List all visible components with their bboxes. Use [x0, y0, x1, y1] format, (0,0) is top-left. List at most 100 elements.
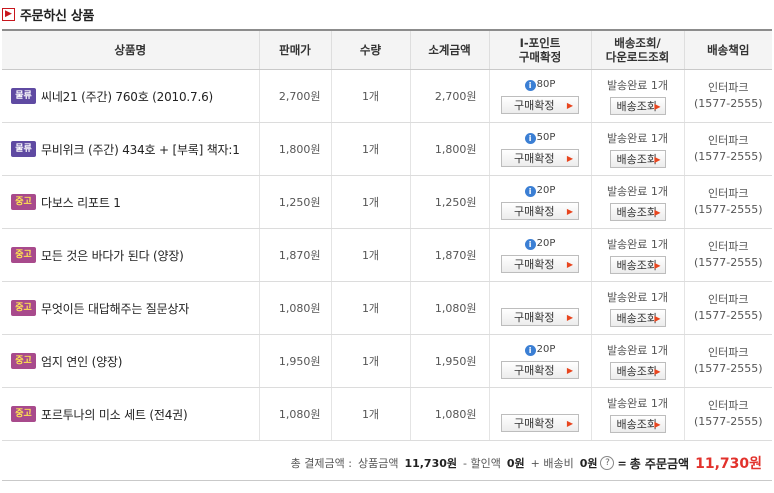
summary-discount-value: 0원: [506, 457, 525, 470]
subtotal-cell: 1,950원: [409, 334, 489, 388]
arrow-right-icon: ▶: [566, 101, 573, 110]
product-cell: 중고 포르투나의 미소 세트 (전4권): [2, 387, 259, 441]
product-name[interactable]: 다보스 리포트 1: [41, 196, 121, 210]
ship-status: 발송완료 1개: [606, 397, 669, 410]
ipoint-amount: 20P: [536, 238, 556, 249]
product-cell: 물류 무비위크 (주간) 434호 + [부록] 책자:1: [2, 122, 259, 176]
purchase-confirm-button[interactable]: 구매확정 ▶: [501, 414, 579, 432]
product-name[interactable]: 포르투나의 미소 세트 (전4권): [41, 408, 188, 422]
responsibility-cell: 인터파크 (1577-2555): [683, 122, 772, 176]
responsibility-cell: 인터파크 (1577-2555): [683, 175, 772, 229]
order-summary: 총 결제금액 : 상품금액 11,730원 - 할인액 0원 + 배송비 0원 …: [2, 446, 772, 481]
col-header-ship-line1: 배송조회/: [614, 36, 661, 50]
order-items-table: 상품명 판매가 수량 소계금액 I-포인트 구매확정 배송조회/ 다운로드조회 …: [2, 29, 772, 441]
track-shipping-button[interactable]: 배송조회 ▶: [609, 97, 666, 115]
arrow-right-icon: ▶: [566, 366, 573, 375]
summary-label: 총 결제금액 :: [290, 457, 352, 470]
subtotal-cell: 1,800원: [409, 122, 489, 176]
product-name[interactable]: 모든 것은 바다가 된다 (양장): [41, 249, 184, 263]
product-name[interactable]: 씨네21 (주간) 760호 (2010.7.6): [41, 90, 213, 104]
purchase-confirm-label: 구매확정: [514, 364, 555, 377]
track-shipping-button[interactable]: 배송조회 ▶: [609, 309, 666, 327]
ship-status: 발송완료 1개: [606, 238, 669, 251]
help-icon[interactable]: ?: [600, 456, 615, 470]
track-shipping-button[interactable]: 배송조회 ▶: [609, 362, 666, 380]
track-shipping-button[interactable]: 배송조회 ▶: [609, 150, 666, 168]
purchase-confirm-button[interactable]: 구매확정 ▶: [501, 202, 579, 220]
responsible-company: 인터파크: [708, 187, 749, 200]
table-row: 물류 씨네21 (주간) 760호 (2010.7.6) 2,700원 1개 2,…: [2, 69, 772, 123]
responsibility-cell: 인터파크 (1577-2555): [683, 334, 772, 388]
purchase-confirm-button[interactable]: 구매확정 ▶: [501, 255, 579, 273]
col-header-ship-line2: 다운로드조회: [605, 50, 670, 64]
point-cell: 구매확정 ▶: [488, 387, 591, 441]
ship-status: 발송완료 1개: [606, 79, 669, 92]
purchase-confirm-button[interactable]: 구매확정 ▶: [501, 308, 579, 326]
product-name[interactable]: 무엇이든 대답해주는 질문상자: [41, 302, 189, 316]
product-cell: 중고 다보스 리포트 1: [2, 175, 259, 229]
col-header-price: 판매가: [258, 30, 331, 70]
responsible-phone: (1577-2555): [693, 150, 763, 163]
qty-cell: 1개: [330, 69, 410, 123]
track-shipping-button[interactable]: 배송조회 ▶: [609, 415, 666, 433]
point-cell: i 20P 구매확정 ▶: [488, 228, 591, 282]
qty-cell: 1개: [330, 122, 410, 176]
price-cell: 1,800원: [258, 122, 331, 176]
responsible-phone: (1577-2555): [693, 256, 763, 269]
summary-goods-label: 상품금액: [357, 457, 399, 470]
product-type-badge: 중고: [11, 300, 36, 316]
responsible-company: 인터파크: [708, 240, 749, 253]
responsible-phone: (1577-2555): [693, 415, 763, 428]
ship-status: 발송완료 1개: [606, 344, 669, 357]
arrow-right-icon: ▶: [654, 102, 661, 111]
qty-cell: 1개: [330, 228, 410, 282]
subtotal-cell: 1,080원: [409, 387, 489, 441]
shipping-cell: 발송완료 1개 배송조회 ▶: [590, 69, 684, 123]
ipoint-icon: i: [524, 185, 536, 197]
ipoint-empty: [490, 396, 591, 410]
purchase-confirm-label: 구매확정: [514, 99, 555, 112]
price-cell: 1,080원: [258, 387, 331, 441]
product-name[interactable]: 엄지 연인 (양장): [41, 355, 122, 369]
qty-cell: 1개: [330, 334, 410, 388]
shipping-cell: 발송완료 1개 배송조회 ▶: [590, 175, 684, 229]
purchase-confirm-button[interactable]: 구매확정 ▶: [501, 96, 579, 114]
responsible-company: 인터파크: [708, 293, 749, 306]
qty-cell: 1개: [330, 175, 410, 229]
summary-equals: =: [617, 456, 627, 470]
arrow-right-icon: ▶: [566, 260, 573, 269]
ipoint-empty: [490, 290, 591, 304]
table-row: 중고 다보스 리포트 1 1,250원 1개 1,250원 i 20P 구매확정 ▶…: [2, 175, 772, 229]
table-header-row: 상품명 판매가 수량 소계금액 I-포인트 구매확정 배송조회/ 다운로드조회 …: [2, 30, 772, 70]
ipoint-icon: i: [524, 132, 536, 144]
arrow-right-icon: ▶: [566, 154, 573, 163]
price-cell: 1,950원: [258, 334, 331, 388]
purchase-confirm-label: 구매확정: [514, 152, 555, 165]
track-shipping-button[interactable]: 배송조회 ▶: [609, 203, 666, 221]
ipoint-icon: i: [524, 344, 536, 356]
ship-status: 발송완료 1개: [606, 132, 669, 145]
ipoint-icon: i: [524, 79, 536, 91]
qty-cell: 1개: [330, 387, 410, 441]
shipping-cell: 발송완료 1개 배송조회 ▶: [590, 122, 684, 176]
track-shipping-label: 배송조회: [616, 418, 657, 431]
responsibility-cell: 인터파크 (1577-2555): [683, 228, 772, 282]
point-cell: i 20P 구매확정 ▶: [488, 175, 591, 229]
purchase-confirm-button[interactable]: 구매확정 ▶: [501, 361, 579, 379]
price-cell: 1,250원: [258, 175, 331, 229]
purchase-confirm-label: 구매확정: [514, 205, 555, 218]
product-name[interactable]: 무비위크 (주간) 434호 + [부록] 책자:1: [41, 143, 240, 157]
track-shipping-label: 배송조회: [616, 206, 657, 219]
point-cell: i 20P 구매확정 ▶: [488, 334, 591, 388]
purchase-confirm-button[interactable]: 구매확정 ▶: [501, 149, 579, 167]
grand-total-value: 11,730원: [695, 456, 762, 472]
col-header-point: I-포인트 구매확정: [488, 30, 591, 70]
price-cell: 1,870원: [258, 228, 331, 282]
point-cell: i 50P 구매확정 ▶: [488, 122, 591, 176]
arrow-right-icon: ▶: [654, 208, 661, 217]
shipping-cell: 발송완료 1개 배송조회 ▶: [590, 228, 684, 282]
price-cell: 1,080원: [258, 281, 331, 335]
responsibility-cell: 인터파크 (1577-2555): [683, 281, 772, 335]
track-shipping-button[interactable]: 배송조회 ▶: [609, 256, 666, 274]
purchase-confirm-label: 구매확정: [514, 311, 555, 324]
